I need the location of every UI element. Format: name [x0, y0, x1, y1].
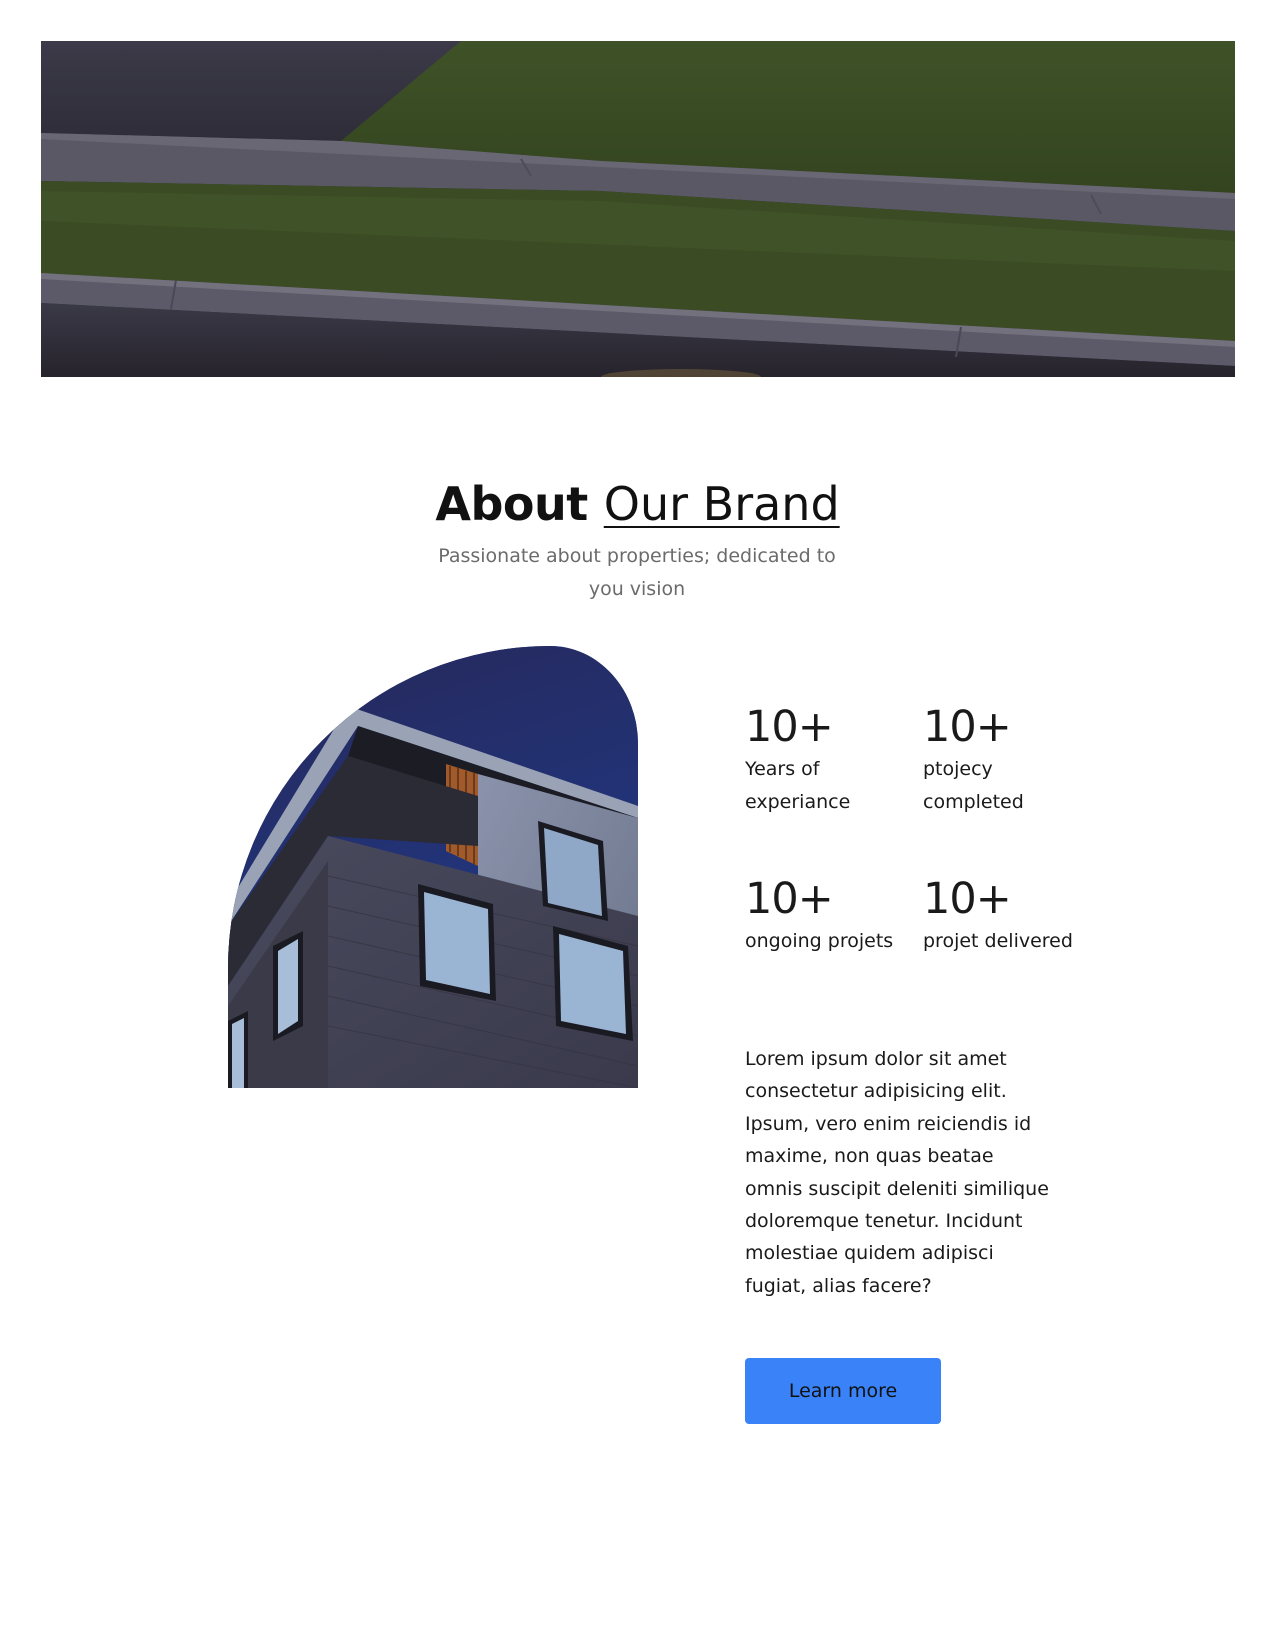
- stat-number: 10+: [923, 874, 1012, 924]
- stat-delivered: 10+ projet delivered: [923, 875, 1083, 958]
- stat-number: 10+: [745, 874, 834, 924]
- stat-completed: 10+ ptojecy completed: [923, 703, 1083, 819]
- title-underlined: Our Brand: [603, 477, 840, 531]
- section-title: About Our Brand: [0, 478, 1275, 530]
- title-strong: About: [435, 477, 588, 531]
- stat-number: 10+: [745, 702, 834, 752]
- building-image: [228, 646, 638, 1088]
- stat-label: Years of experiance: [745, 758, 851, 813]
- hero-image: [41, 41, 1235, 377]
- section-subtitle: Passionate about properties; dedicated t…: [438, 545, 836, 600]
- stat-ongoing: 10+ ongoing projets: [745, 875, 905, 958]
- stat-years: 10+ Years of experiance: [745, 703, 905, 819]
- stat-label: ongoing projets: [745, 930, 894, 952]
- stat-number: 10+: [923, 702, 1012, 752]
- learn-more-button[interactable]: Learn more: [745, 1358, 941, 1424]
- about-description: Lorem ipsum dolor sit amet consectetur a…: [745, 1048, 1049, 1297]
- stat-label: ptojecy completed: [923, 758, 1024, 813]
- stat-label: projet delivered: [923, 930, 1073, 952]
